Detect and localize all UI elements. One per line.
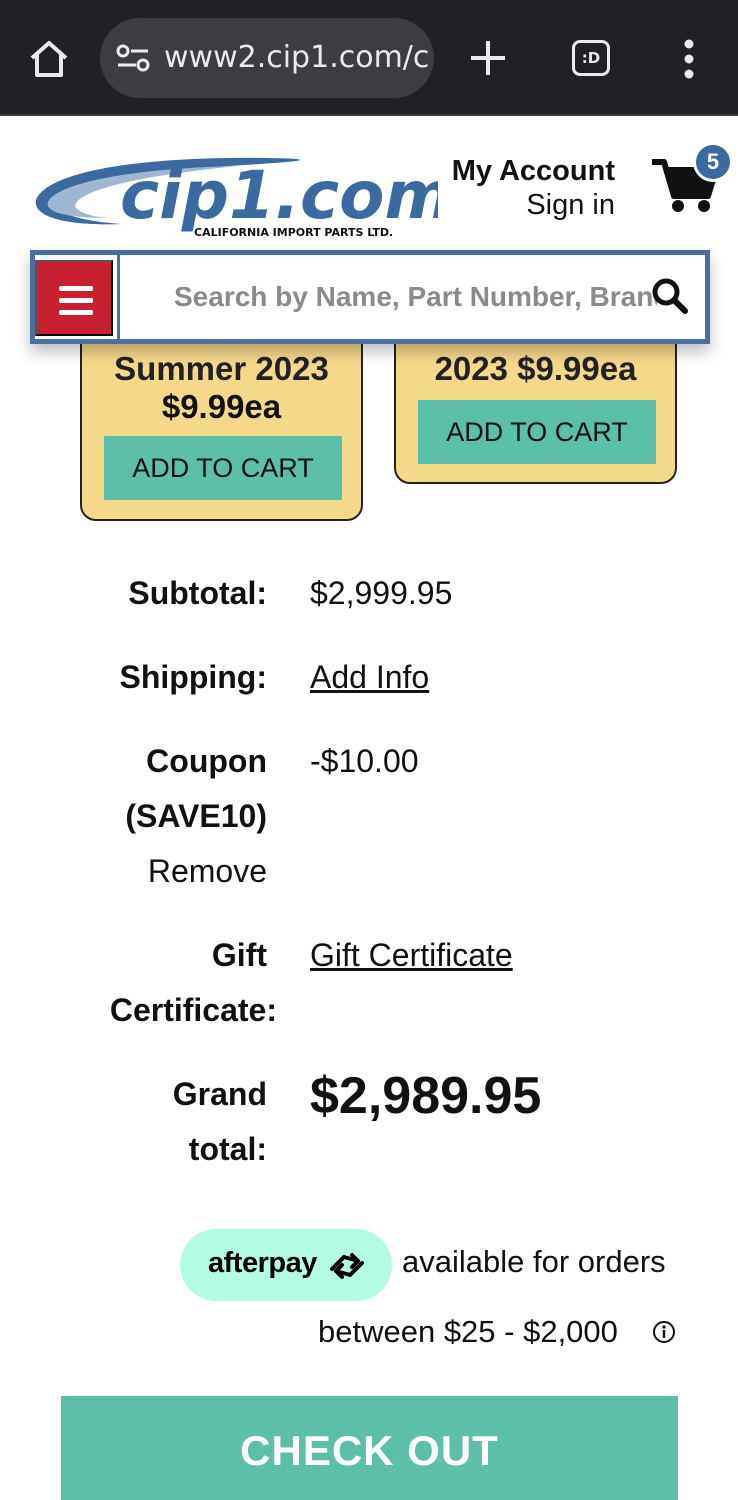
sign-in-link[interactable]: Sign in: [440, 188, 615, 222]
grand-total-label: Grand: [172, 1076, 267, 1112]
coupon-label: Coupon: [146, 743, 267, 779]
my-account[interactable]: My Account Sign in: [440, 154, 615, 222]
grand-total-label-2: total:: [188, 1131, 267, 1167]
checkout-button[interactable]: CHECK OUT: [61, 1396, 678, 1500]
add-to-cart-button[interactable]: ADD TO CART: [418, 400, 656, 464]
grand-total-value: $2,989.95: [310, 1067, 542, 1125]
afterpay-text-line1: available for orders: [402, 1244, 666, 1279]
coupon-value: -$10.00: [310, 743, 419, 779]
tab-switcher-icon[interactable]: :D: [572, 40, 610, 76]
promo-card: 2023 $9.99ea ADD TO CART: [394, 320, 677, 484]
shipping-add-info-link[interactable]: Add Info: [310, 650, 429, 705]
promo-card: Summer 2023 $9.99ea ADD TO CART: [80, 320, 363, 521]
plus-icon[interactable]: [468, 38, 508, 78]
hamburger-menu-icon[interactable]: [35, 260, 113, 336]
search-input[interactable]: [117, 255, 657, 339]
gift-certificate-label-2: Certificate:: [109, 992, 277, 1028]
cip1-logo[interactable]: cip1.com CALIFORNIA IMPORT PARTS LTD.: [28, 148, 438, 240]
logo-subtitle: CALIFORNIA IMPORT PARTS LTD.: [194, 226, 393, 239]
afterpay-logo: afterpay: [208, 1247, 317, 1279]
promo-text: Summer 2023: [114, 350, 329, 387]
promo-price: $9.99ea: [161, 388, 282, 425]
add-to-cart-button[interactable]: ADD TO CART: [104, 436, 342, 500]
gift-certificate-label: Gift: [211, 937, 267, 973]
afterpay-badge[interactable]: afterpay: [180, 1229, 392, 1301]
subtotal-label: Subtotal:: [128, 575, 267, 611]
browser-toolbar: www2.cip1.com/c :D: [0, 0, 738, 116]
afterpay-text-line2: between $25 - $2,000: [318, 1314, 618, 1349]
subtotal-value: $2,999.95: [310, 575, 453, 611]
account-title[interactable]: My Account: [440, 154, 615, 188]
search-bar: [30, 250, 710, 344]
more-vert-icon[interactable]: [672, 38, 706, 80]
promo-text: 2023 $9.99ea: [434, 350, 637, 387]
site-settings-icon[interactable]: [116, 44, 150, 72]
search-icon[interactable]: [651, 277, 689, 315]
afterpay-arrows-icon: [330, 1253, 364, 1279]
home-icon[interactable]: [28, 38, 70, 80]
shipping-label: Shipping:: [119, 659, 267, 695]
coupon-code: (SAVE10): [125, 798, 267, 834]
cart-count-badge[interactable]: 5: [693, 142, 733, 182]
info-icon[interactable]: [652, 1320, 676, 1344]
url-text[interactable]: www2.cip1.com/c: [164, 40, 429, 75]
address-bar[interactable]: www2.cip1.com/c: [100, 18, 434, 98]
coupon-remove-link[interactable]: Remove: [148, 844, 267, 899]
gift-certificate-link[interactable]: Gift Certificate: [310, 928, 513, 983]
logo-text: cip1.com: [120, 157, 438, 234]
